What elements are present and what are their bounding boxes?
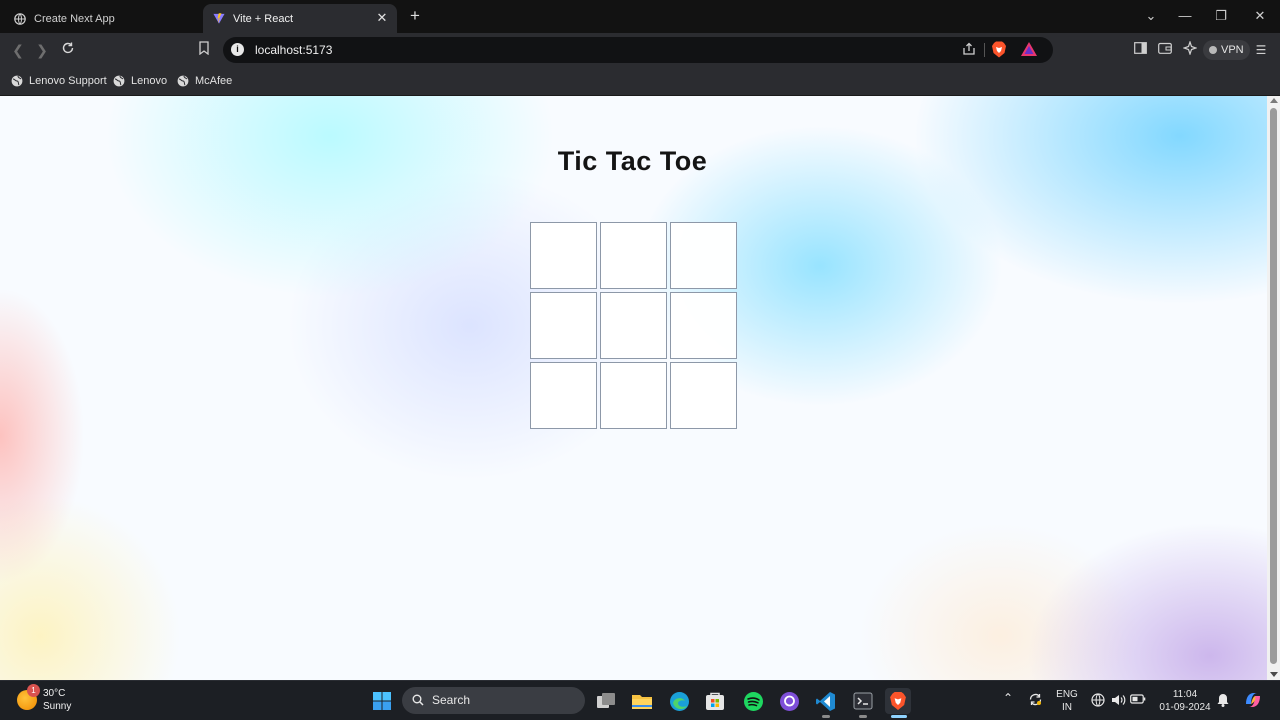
github-desktop-icon[interactable] xyxy=(776,688,802,714)
globe-icon xyxy=(113,75,125,87)
vpn-label: VPN xyxy=(1221,44,1244,56)
board-cell-8[interactable] xyxy=(600,362,667,429)
weather-temperature: 30°C xyxy=(43,688,66,699)
tab-label: Vite + React xyxy=(233,12,294,25)
windows-taskbar: 1 30°C Sunny Search ⌃ ENG IN 11:04 01-09… xyxy=(0,680,1280,720)
forward-button[interactable]: ❯ xyxy=(32,40,52,60)
bookmark-label: Lenovo Support xyxy=(29,75,107,87)
scroll-down-arrow-icon[interactable] xyxy=(1270,672,1278,677)
board-cell-7[interactable] xyxy=(530,362,597,429)
sync-icon[interactable] xyxy=(1026,692,1044,711)
search-icon xyxy=(412,694,424,706)
new-tab-button[interactable]: + xyxy=(405,7,425,27)
board-cell-4[interactable] xyxy=(530,292,597,359)
board-cell-2[interactable] xyxy=(600,222,667,289)
scroll-up-arrow-icon[interactable] xyxy=(1270,98,1278,103)
maximize-button[interactable]: ❐ xyxy=(1208,6,1234,26)
globe-icon xyxy=(177,75,189,87)
bookmark-label: Lenovo xyxy=(131,75,168,87)
vs-code-icon[interactable] xyxy=(812,688,838,714)
bookmark-button[interactable] xyxy=(194,40,214,60)
weather-condition: Sunny xyxy=(43,701,72,712)
spotify-icon[interactable] xyxy=(740,688,766,714)
bookmark-lenovo-support[interactable]: Lenovo Support xyxy=(11,73,107,89)
reload-button[interactable] xyxy=(58,40,78,60)
brave-shields-icon[interactable] xyxy=(991,41,1007,58)
board-cell-5[interactable] xyxy=(600,292,667,359)
address-bar[interactable]: i localhost:5173 xyxy=(223,37,1053,63)
tab-create-next-app[interactable]: Create Next App xyxy=(6,4,202,33)
tab-search-chevron-icon[interactable]: ⌄ xyxy=(1138,6,1164,26)
board-cell-3[interactable] xyxy=(670,222,737,289)
site-info-icon[interactable]: i xyxy=(231,43,244,56)
brave-browser-icon[interactable] xyxy=(885,688,911,714)
bookmark-icon xyxy=(199,41,209,56)
windows-logo-icon xyxy=(373,692,391,710)
tab-label: Create Next App xyxy=(34,12,115,25)
url-text: localhost:5173 xyxy=(255,43,333,57)
clock-date: 01-09-2024 xyxy=(1159,702,1211,713)
page-scrollbar[interactable] xyxy=(1267,96,1280,680)
search-label: Search xyxy=(432,693,471,707)
close-tab-icon[interactable]: ✕ xyxy=(375,11,389,25)
globe-icon xyxy=(14,12,26,25)
board-cell-6[interactable] xyxy=(670,292,737,359)
file-explorer-icon[interactable] xyxy=(629,688,655,714)
browser-toolbar: ❮ ❯ i localhost:5173 VPN ☰ xyxy=(0,33,1280,67)
game-board xyxy=(530,222,738,430)
bookmark-label: McAfee xyxy=(195,75,233,87)
running-indicator xyxy=(859,715,867,718)
minimize-button[interactable]: — xyxy=(1172,6,1198,26)
sun-icon: 1 xyxy=(17,684,40,710)
clock[interactable]: 11:04 01-09-2024 xyxy=(1157,688,1213,714)
battery-icon[interactable] xyxy=(1130,693,1146,709)
show-hidden-icons-chevron-icon[interactable]: ⌃ xyxy=(1000,692,1016,705)
page-title: Tic Tac Toe xyxy=(557,146,708,176)
volume-icon[interactable] xyxy=(1110,693,1126,711)
scrollbar-thumb[interactable] xyxy=(1270,108,1277,664)
edge-browser-icon[interactable] xyxy=(666,688,692,714)
vite-logo-icon xyxy=(213,13,225,25)
divider xyxy=(984,43,985,57)
board-cell-1[interactable] xyxy=(530,222,597,289)
taskbar-search-box[interactable]: Search xyxy=(402,687,585,714)
reload-icon xyxy=(62,42,74,54)
brave-rewards-icon[interactable] xyxy=(1020,41,1038,58)
network-icon[interactable] xyxy=(1090,693,1106,711)
microsoft-store-icon[interactable] xyxy=(702,688,728,714)
active-indicator xyxy=(891,715,907,718)
copilot-icon[interactable] xyxy=(1242,690,1264,714)
vpn-status-icon xyxy=(1209,46,1217,54)
notification-bell-icon[interactable] xyxy=(1216,693,1230,711)
vpn-button[interactable]: VPN xyxy=(1203,40,1250,60)
running-indicator xyxy=(822,715,830,718)
tab-vite-react[interactable]: Vite + React ✕ xyxy=(203,4,397,33)
weather-widget[interactable]: 1 30°C Sunny xyxy=(17,684,72,713)
bookmarks-bar: Lenovo Support Lenovo McAfee xyxy=(0,67,1280,96)
language-region: IN xyxy=(1062,702,1072,713)
terminal-icon[interactable] xyxy=(850,688,876,714)
board-cell-9[interactable] xyxy=(670,362,737,429)
tab-bar: Create Next App Vite + React ✕ + ⌄ — ❐ ✕ xyxy=(0,0,1280,33)
leo-ai-icon[interactable] xyxy=(1181,40,1199,59)
bookmark-mcafee[interactable]: McAfee xyxy=(177,73,232,89)
bookmark-lenovo[interactable]: Lenovo xyxy=(113,73,167,89)
start-button[interactable] xyxy=(369,688,395,714)
task-view-icon[interactable] xyxy=(593,688,619,714)
back-button[interactable]: ❮ xyxy=(8,40,28,60)
language-code: ENG xyxy=(1056,689,1078,700)
sidebar-toggle-icon[interactable] xyxy=(1131,41,1149,59)
notification-badge: 1 xyxy=(27,684,40,697)
menu-icon[interactable]: ☰ xyxy=(1252,41,1270,59)
clock-time: 11:04 xyxy=(1172,689,1198,700)
language-indicator[interactable]: ENG IN xyxy=(1053,688,1081,714)
page-viewport: Tic Tac Toe xyxy=(0,96,1267,680)
globe-icon xyxy=(11,75,23,87)
wallet-icon[interactable] xyxy=(1156,41,1174,59)
share-icon[interactable] xyxy=(961,42,977,58)
close-window-button[interactable]: ✕ xyxy=(1247,6,1273,26)
